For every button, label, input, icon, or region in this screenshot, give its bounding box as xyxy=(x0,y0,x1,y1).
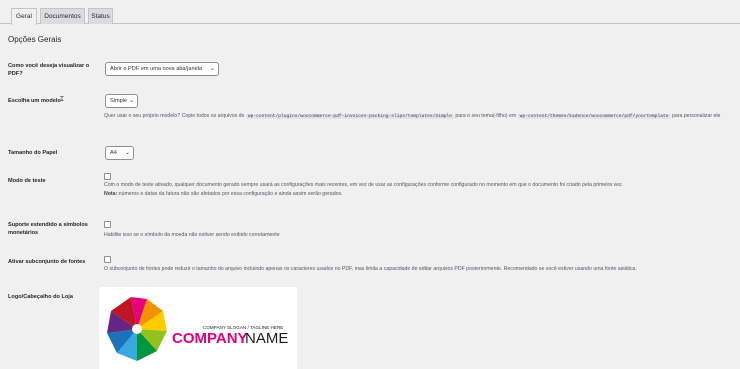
test-mode-description: Com o modo de teste ativado, qualquer do… xyxy=(104,181,734,199)
currency-support-description: Habilite isso se o símbolo da moeda não … xyxy=(104,232,280,238)
view-pdf-select-value: Abrir o PDF em uma nova aba/janela xyxy=(110,66,203,72)
template-desc-suffix: para personalizar ele xyxy=(671,113,721,119)
template-desc-mid: para o seu tema(-filho) em xyxy=(455,113,517,119)
view-pdf-label: Como você deseja visualizar o PDF? xyxy=(8,63,90,77)
chevron-down-icon: ⌄ xyxy=(128,98,134,104)
test-mode-note-text: números e datas da fatura não são afetad… xyxy=(118,191,343,197)
section-title: Opções Gerais xyxy=(8,35,62,44)
currency-support-checkbox[interactable] xyxy=(104,221,111,228)
tab-geral[interactable]: Geral xyxy=(11,8,37,25)
template-dest-path: wp-content/themes/kadence/woocommerce/pd… xyxy=(517,114,671,119)
test-mode-note: Nota: números e datas da fatura não são … xyxy=(104,190,734,199)
template-label: Escolha um modelo xyxy=(8,98,61,104)
font-subset-checkbox[interactable] xyxy=(104,256,111,263)
tab-documentos[interactable]: Documentos xyxy=(40,8,85,24)
view-pdf-select[interactable]: Abrir o PDF em uma nova aba/janela ⌄ xyxy=(105,62,219,76)
logo-name-word: NAME xyxy=(245,330,288,347)
template-desc-prefix: Quer usar o seu próprio modelo? Copie to… xyxy=(104,113,245,119)
chevron-down-icon: ⌄ xyxy=(124,150,130,156)
paper-size-label: Tamanho do Papel xyxy=(8,150,58,156)
settings-tabs: Geral Documentos Status xyxy=(0,0,740,25)
company-logo: COMPANY SLOGAN / TAGLINE HERE COMPANY NA… xyxy=(107,297,288,361)
template-select-value: Simple xyxy=(110,98,128,104)
template-select[interactable]: Simple ⌄ xyxy=(105,94,138,108)
template-description: Quer usar o seu próprio modelo? Copie to… xyxy=(104,111,734,122)
paper-size-select[interactable]: A4 ⌄ xyxy=(105,146,134,160)
test-mode-desc-text: Com o modo de teste ativado, qualquer do… xyxy=(104,182,624,188)
logo-header-label: Logo/Cabeçalho do Loja xyxy=(8,294,73,300)
pinwheel-logo-icon xyxy=(107,297,167,361)
test-mode-note-label: Nota: xyxy=(104,191,118,197)
test-mode-label: Modo de teste xyxy=(8,178,46,184)
template-source-path: wp-content/plugins/woocommerce-pdf-invoi… xyxy=(245,114,454,119)
logo-company-word: COMPANY xyxy=(172,330,248,347)
logo-preview[interactable]: COMPANY SLOGAN / TAGLINE HERE COMPANY NA… xyxy=(99,287,297,369)
currency-support-label: Suporte estendido a símbolos monetários xyxy=(8,222,88,236)
test-mode-checkbox[interactable] xyxy=(104,173,111,180)
tab-status[interactable]: Status xyxy=(88,8,113,24)
chevron-down-icon: ⌄ xyxy=(209,66,215,72)
font-subset-label: Ativar subconjunto de fontes xyxy=(8,259,86,265)
font-subset-description: O subconjunto de fontes pode reduzir o t… xyxy=(104,266,637,272)
paper-size-select-value: A4 xyxy=(110,150,117,156)
text-cursor-icon: Ɪ xyxy=(60,96,64,103)
